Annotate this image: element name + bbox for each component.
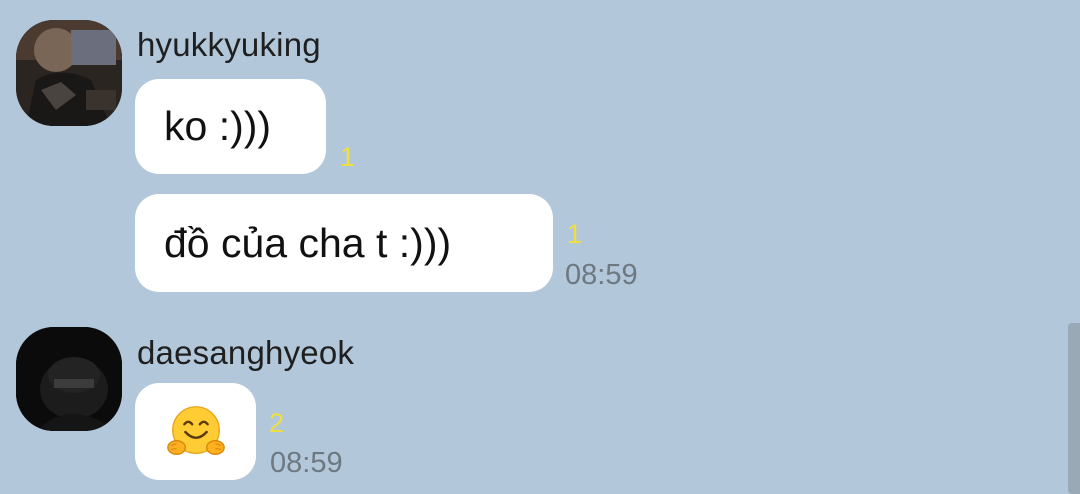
avatar-icon	[16, 20, 122, 126]
unread-count: 2	[269, 408, 285, 438]
message-text: ko :)))	[164, 103, 272, 149]
sender-name: daesanghyeok	[137, 334, 355, 371]
message-bubble[interactable]: đồ của cha t :)))	[135, 194, 553, 292]
message-bubble[interactable]: ko :)))	[135, 79, 326, 174]
unread-count: 1	[340, 142, 356, 172]
avatar-daesanghyeok[interactable]	[16, 327, 122, 431]
scrollbar[interactable]	[1068, 323, 1080, 494]
message-time: 08:59	[565, 259, 638, 291]
message-text: đồ của cha t :)))	[164, 219, 452, 266]
message-time: 08:59	[270, 447, 343, 479]
unread-count: 1	[567, 219, 583, 249]
hugging-face-emoji	[166, 405, 225, 455]
avatar-icon	[16, 327, 122, 431]
avatar-hyukkyuking[interactable]	[16, 20, 122, 126]
emoji-message-bubble[interactable]	[135, 383, 256, 480]
sender-name: hyukkyuking	[137, 26, 321, 63]
